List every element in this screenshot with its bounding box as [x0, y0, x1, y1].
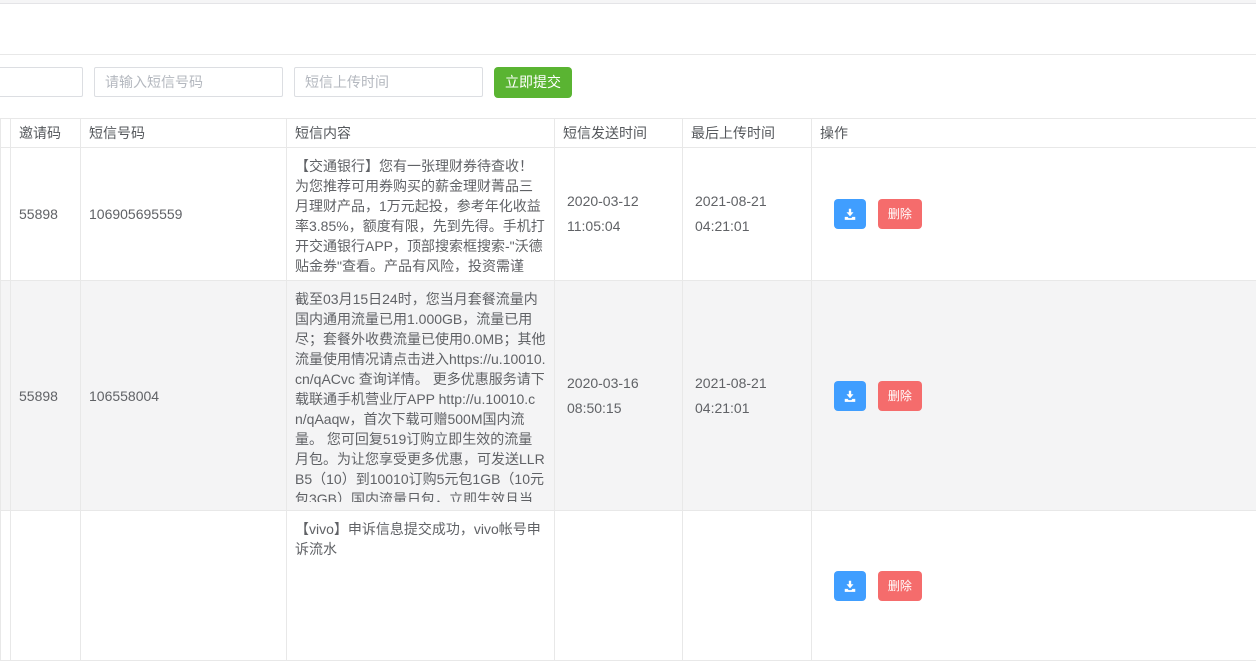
table-row: 55898 106905695559 【交通银行】您有一张理财券待查收！为您推荐… — [1, 148, 1256, 281]
actions-cell: 删除 — [812, 511, 1256, 661]
table-row: 【vivo】申诉信息提交成功，vivo帐号申诉流水 删除 — [1, 511, 1256, 661]
invite-code-cell — [11, 511, 81, 661]
invite-code-cell: 55898 — [11, 281, 81, 511]
upload-time-cell: 2021-08-21 04:21:01 — [683, 281, 812, 511]
sms-number-cell: 106558004 — [81, 281, 287, 511]
table-header-row: 邀请码 短信号码 短信内容 短信发送时间 最后上传时间 操作 — [1, 119, 1256, 148]
download-button[interactable] — [834, 381, 866, 411]
upload-time-cell: 2021-08-21 04:21:01 — [683, 148, 812, 281]
download-icon — [843, 389, 857, 403]
sms-number-cell — [81, 511, 287, 661]
send-time-cell — [555, 511, 683, 661]
submit-button[interactable]: 立即提交 — [494, 67, 572, 98]
delete-button[interactable]: 删除 — [878, 199, 922, 229]
col-upload-time: 最后上传时间 — [683, 119, 812, 148]
actions-cell: 删除 — [812, 148, 1256, 281]
table-row: 55898 106558004 截至03月15日24时，您当月套餐流量内国内通用… — [1, 281, 1256, 511]
filter-bar: 立即提交 — [0, 55, 1256, 118]
filter-input-partial[interactable] — [0, 67, 83, 97]
sms-content-text: 【vivo】申诉信息提交成功，vivo帐号申诉流水 — [295, 519, 546, 559]
upload-time-input[interactable] — [294, 67, 483, 97]
download-icon — [843, 579, 857, 593]
col-sms-number: 短信号码 — [81, 119, 287, 148]
col-select — [1, 119, 11, 148]
row-select-cell — [1, 511, 11, 661]
send-time-cell: 2020-03-16 08:50:15 — [555, 281, 683, 511]
delete-button[interactable]: 删除 — [878, 381, 922, 411]
col-invite-code: 邀请码 — [11, 119, 81, 148]
actions-cell: 删除 — [812, 281, 1256, 511]
download-icon — [843, 207, 857, 221]
sms-content-text: 截至03月15日24时，您当月套餐流量内国内通用流量已用1.000GB，流量已用… — [295, 289, 546, 502]
row-select-cell — [1, 281, 11, 511]
delete-button[interactable]: 删除 — [878, 571, 922, 601]
sms-table: 邀请码 短信号码 短信内容 短信发送时间 最后上传时间 操作 55898 106… — [0, 118, 1256, 661]
download-button[interactable] — [834, 571, 866, 601]
row-select-cell — [1, 148, 11, 281]
col-sms-content: 短信内容 — [287, 119, 555, 148]
send-time-cell: 2020-03-12 11:05:04 — [555, 148, 683, 281]
header-spacer — [0, 4, 1256, 55]
sms-content-text: 【交通银行】您有一张理财券待查收！为您推荐可用券购买的薪金理财菁品三月理财产品，… — [295, 156, 546, 272]
sms-content-cell: 【vivo】申诉信息提交成功，vivo帐号申诉流水 — [287, 511, 555, 661]
sms-number-input[interactable] — [94, 67, 283, 97]
download-button[interactable] — [834, 199, 866, 229]
col-actions: 操作 — [812, 119, 1256, 148]
col-send-time: 短信发送时间 — [555, 119, 683, 148]
upload-time-cell — [683, 511, 812, 661]
sms-number-cell: 106905695559 — [81, 148, 287, 281]
sms-content-cell: 【交通银行】您有一张理财券待查收！为您推荐可用券购买的薪金理财菁品三月理财产品，… — [287, 148, 555, 281]
invite-code-cell: 55898 — [11, 148, 81, 281]
sms-content-cell: 截至03月15日24时，您当月套餐流量内国内通用流量已用1.000GB，流量已用… — [287, 281, 555, 511]
